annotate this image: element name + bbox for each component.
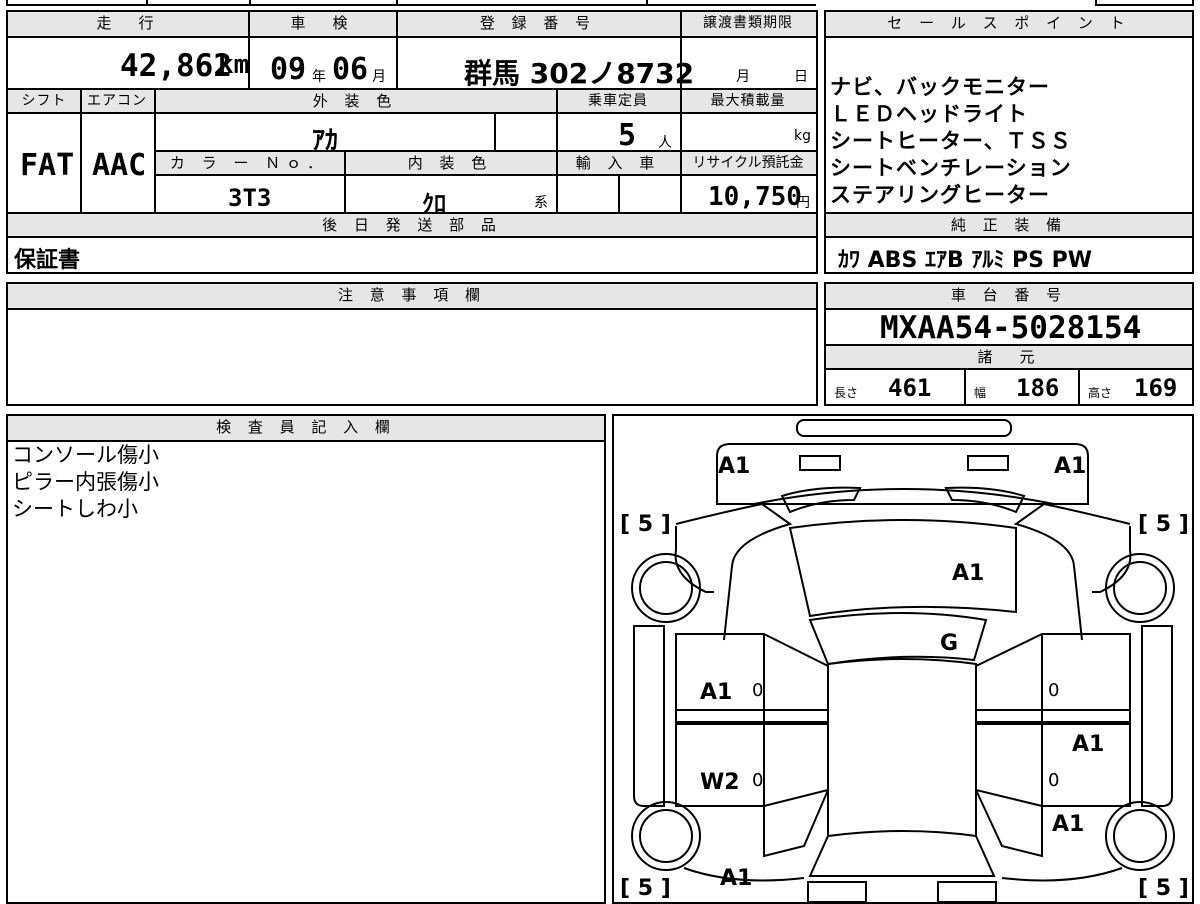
registration-header: 登 録 番 号 xyxy=(396,12,680,36)
chassis-header: 車 台 番 号 xyxy=(826,284,1192,308)
inspection-year: 09 xyxy=(270,52,307,87)
inspector-notes: コンソール傷小 ピラー内張傷小 シートしわ小 xyxy=(12,442,159,523)
sales-point: ステアリングヒーター xyxy=(830,183,1050,207)
mileage-unit: km xyxy=(218,50,250,80)
transfer-month-unit: 月 xyxy=(736,69,750,85)
mileage-value: 42,862 xyxy=(120,48,232,84)
aircon-value: AAC xyxy=(92,148,147,183)
car-body-diagram xyxy=(631,419,1175,902)
door-zero-marker: 0 xyxy=(752,770,764,791)
sales-point: ナビ、バックモニター xyxy=(830,75,1050,99)
top-strip xyxy=(6,0,816,6)
max-load-header: 最大積載量 xyxy=(680,90,816,112)
front-left-grade: A1 xyxy=(718,454,751,479)
right-rear-quarter-grade: A1 xyxy=(1052,812,1085,837)
recycle-fee-header: リサイクル預託金 xyxy=(680,152,816,174)
height-value: 169 xyxy=(1134,374,1178,402)
interior-color-header: 内 装 色 xyxy=(344,152,556,174)
interior-color-unit: 系 xyxy=(534,195,548,211)
top-strip-right xyxy=(1095,0,1194,6)
inspection-header: 車 検 xyxy=(248,12,396,36)
sales-point: シートベンチレーション xyxy=(830,156,1072,180)
bonnet-grade: A1 xyxy=(952,561,985,586)
door-zero-marker: 0 xyxy=(752,680,764,701)
color-no-header: カ ラ ー Ｎｏ． xyxy=(154,152,344,174)
tire-front-left-value: 5 xyxy=(637,512,654,537)
sales-points-panel: セ ー ル ス ポ イ ン ト ナビ、バックモニター ＬＥＤヘッドライト シート… xyxy=(824,10,1194,274)
aircon-header: エアコン xyxy=(80,90,154,112)
inspection-month: 06 xyxy=(332,52,369,87)
tire-front-right: [ 5 ] xyxy=(1138,512,1189,537)
tire-rear-right-value: 5 xyxy=(1155,876,1172,901)
tire-front-right-value: 5 xyxy=(1155,512,1172,537)
tire-rear-right: [ 5 ] xyxy=(1138,876,1189,901)
later-parts-header: 後 日 発 送 部 品 xyxy=(8,214,816,236)
left-front-door-grade: A1 xyxy=(700,680,733,705)
capacity-unit: 人 xyxy=(658,135,672,151)
right-rear-door-grade: A1 xyxy=(1072,732,1105,757)
inspector-note: シートしわ小 xyxy=(12,497,138,521)
exterior-color-header: 外 装 色 xyxy=(154,90,556,112)
tire-rear-left-value: 5 xyxy=(637,876,654,901)
sales-points-list: ナビ、バックモニター ＬＥＤヘッドライト シートヒーター、ＴＳＳ シートベンチレ… xyxy=(830,74,1072,209)
length-value: 461 xyxy=(888,374,932,402)
inspector-note: ピラー内張傷小 xyxy=(12,470,159,494)
tire-front-left: [ 5 ] xyxy=(620,512,671,537)
transfer-day-unit: 日 xyxy=(794,69,808,85)
notice-panel: 注 意 事 項 欄 xyxy=(6,282,818,406)
sales-point: シートヒーター、ＴＳＳ xyxy=(830,129,1072,153)
capacity-header: 乗車定員 xyxy=(556,90,680,112)
damage-diagram-panel: A1 A1 A1 G A1 W2 A1 A1 A1 0 0 0 0 [ 5 ] … xyxy=(612,414,1194,904)
shift-value: FAT xyxy=(20,148,75,183)
transfer-deadline-header: 譲渡書類期限 xyxy=(680,12,816,36)
max-load-unit: kg xyxy=(794,128,811,144)
chassis-panel: 車 台 番 号 MXAA54-5028154 諸 元 長さ 461 幅 186 … xyxy=(824,282,1194,406)
door-zero-marker: 0 xyxy=(1048,680,1060,701)
width-label: 幅 xyxy=(974,386,987,400)
rear-left-grade: A1 xyxy=(720,866,753,891)
specs-header: 諸 元 xyxy=(826,346,1192,368)
later-parts-value: 保証書 xyxy=(14,248,81,273)
chassis-number: MXAA54-5028154 xyxy=(880,310,1142,346)
registration-number: 群馬 302ノ8732 xyxy=(464,57,695,90)
width-value: 186 xyxy=(1016,374,1060,402)
shift-header: シフト xyxy=(8,90,80,112)
height-label: 高さ xyxy=(1088,386,1113,400)
mileage-header: 走 行 xyxy=(8,12,248,36)
left-rear-door-grade: W2 xyxy=(700,770,740,795)
door-zero-marker: 0 xyxy=(1048,770,1060,791)
tire-rear-left: [ 5 ] xyxy=(620,876,671,901)
vehicle-info-table: 走 行 車 検 登 録 番 号 譲渡書類期限 42,862 km 09 年 06… xyxy=(6,10,818,274)
equipment-header: 純 正 装 備 xyxy=(826,214,1192,236)
inspector-panel: 検 査 員 記 入 欄 コンソール傷小 ピラー内張傷小 シートしわ小 xyxy=(6,414,606,904)
inspector-note: コンソール傷小 xyxy=(12,443,159,467)
length-label: 長さ xyxy=(834,386,859,400)
sales-points-header: セ ー ル ス ポ イ ン ト xyxy=(826,12,1192,36)
inspection-year-unit: 年 xyxy=(312,69,326,85)
recycle-fee-value: 10,750 xyxy=(708,182,802,212)
inspector-header: 検 査 員 記 入 欄 xyxy=(8,416,604,440)
equipment-value: ｶﾜ ABS ｴｱB ｱﾙﾐ PS PW xyxy=(838,248,1093,273)
sales-point: ＬＥＤヘッドライト xyxy=(830,102,1028,126)
front-right-grade: A1 xyxy=(1054,454,1087,479)
import-header: 輸 入 車 xyxy=(556,152,680,174)
recycle-fee-unit: 円 xyxy=(796,195,810,211)
windshield-grade: G xyxy=(940,631,959,656)
color-no-value: 3T3 xyxy=(228,184,272,212)
inspection-month-unit: 月 xyxy=(372,69,386,85)
capacity-value: 5 xyxy=(618,118,637,153)
notice-header: 注 意 事 項 欄 xyxy=(8,284,816,308)
